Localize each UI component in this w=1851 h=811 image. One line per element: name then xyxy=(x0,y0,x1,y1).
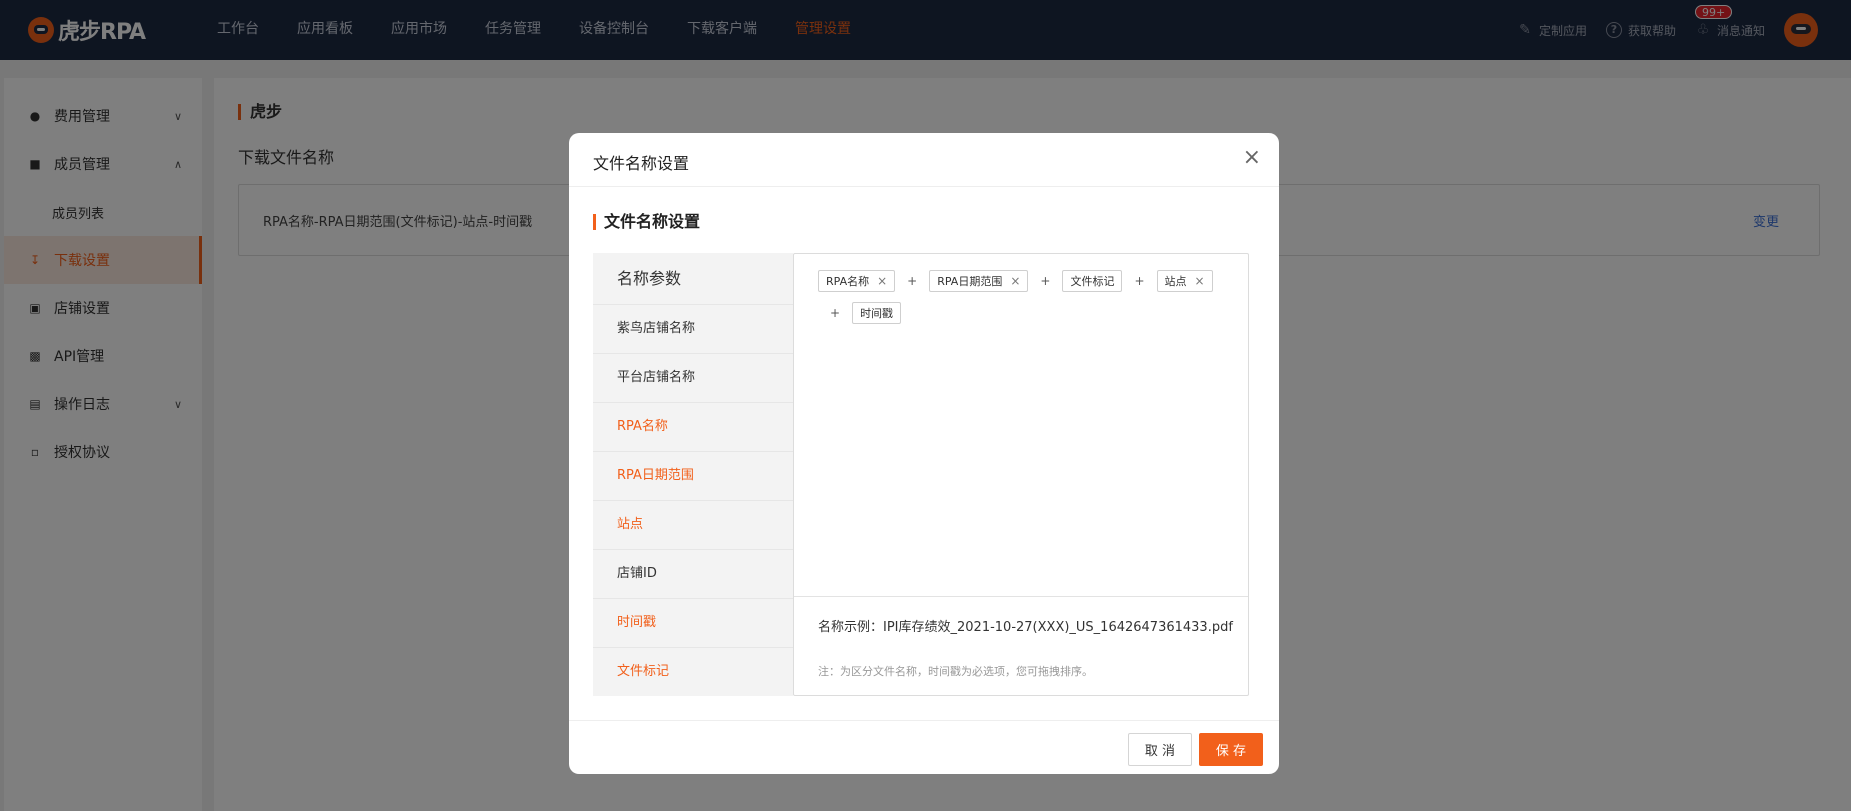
filename-tag[interactable]: RPA日期范围 × xyxy=(929,270,1029,292)
modal-title: 文件名称设置 xyxy=(593,154,690,173)
name-params-list: 名称参数 紫鸟店铺名称 平台店铺名称 RPA名称 RPA日期范围 站点 店铺ID 时间戳 文件… xyxy=(593,253,793,696)
drag-note: 注：为区分文件名称，时间戳为必选项，您可拖拽排序。 xyxy=(818,665,1093,678)
tag-label: 时间戳 xyxy=(860,307,894,320)
modal-footer: 取 消 保 存 xyxy=(569,720,1279,774)
tag-label: 文件标记 xyxy=(1070,275,1115,288)
filename-settings-modal: 文件名称设置 × 文件名称设置 名称参数 紫鸟店铺名称 平台店铺名称 RPA名称 RP… xyxy=(569,133,1279,774)
remove-tag-icon[interactable]: × xyxy=(1010,274,1020,288)
filename-editor: RPA名称 × + RPA日期范围 × + 文件标记 + 站点 × + 时间戳 名称示例：IPI库存绩… xyxy=(793,253,1249,696)
filename-tag[interactable]: RPA名称 × xyxy=(818,270,896,292)
editor-footer: 名称示例：IPI库存绩效_2021-10-27(XXX)_US_16426473… xyxy=(794,596,1248,695)
plus-separator: + xyxy=(830,306,841,320)
selected-tags: RPA名称 × + RPA日期范围 × + 文件标记 + 站点 × + 时间戳 xyxy=(818,270,1238,334)
filename-tag[interactable]: 时间戳 xyxy=(852,302,902,324)
plus-separator: + xyxy=(1134,274,1145,288)
param-item[interactable]: 紫鸟店铺名称 xyxy=(593,305,793,354)
modal-header: 文件名称设置 × xyxy=(569,133,1279,187)
plus-separator: + xyxy=(907,274,918,288)
name-example: 名称示例：IPI库存绩效_2021-10-27(XXX)_US_16426473… xyxy=(818,620,1233,635)
tag-label: 站点 xyxy=(1164,275,1187,288)
param-item[interactable]: 店铺ID xyxy=(593,550,793,599)
params-header: 名称参数 xyxy=(593,253,793,305)
remove-tag-icon[interactable]: × xyxy=(1195,274,1205,288)
param-item[interactable]: 平台店铺名称 xyxy=(593,354,793,403)
plus-separator: + xyxy=(1040,274,1051,288)
filename-tag[interactable]: 站点 × xyxy=(1156,270,1213,292)
modal-section-title: 文件名称设置 xyxy=(593,214,700,230)
save-button[interactable]: 保 存 xyxy=(1199,733,1263,766)
param-item[interactable]: 站点 xyxy=(593,501,793,550)
remove-tag-icon[interactable]: × xyxy=(877,274,887,288)
param-item[interactable]: 文件标记 xyxy=(593,648,793,697)
param-item[interactable]: RPA名称 xyxy=(593,403,793,452)
tag-label: RPA名称 xyxy=(826,275,870,288)
cancel-button[interactable]: 取 消 xyxy=(1128,733,1192,766)
param-item[interactable]: RPA日期范围 xyxy=(593,452,793,501)
filename-tag[interactable]: 文件标记 xyxy=(1062,270,1123,292)
param-item[interactable]: 时间戳 xyxy=(593,599,793,648)
close-icon[interactable]: × xyxy=(1243,147,1261,169)
tag-label: RPA日期范围 xyxy=(937,275,1003,288)
